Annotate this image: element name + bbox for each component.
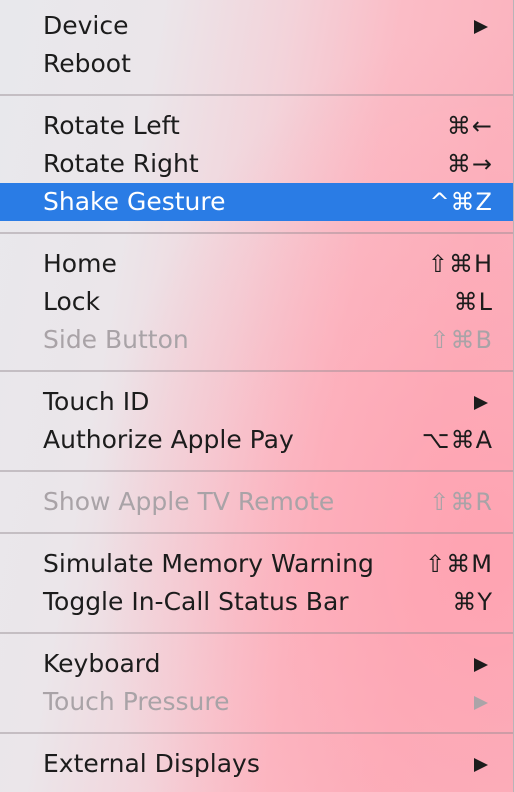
keyboard-shortcut: ⇧⌘M [425, 550, 493, 578]
menu-item-external-displays[interactable]: External Displays [0, 745, 513, 783]
submenu-arrow-icon [474, 696, 488, 710]
submenu-arrow-icon [474, 758, 488, 772]
keyboard-shortcut: ⌘L [453, 288, 493, 316]
menu-item-rotate-left[interactable]: Rotate Left ⌘← [0, 107, 513, 145]
menu-item-simulate-memory-warning[interactable]: Simulate Memory Warning ⇧⌘M [0, 545, 513, 583]
keyboard-shortcut: ⇧⌘R [429, 488, 493, 516]
menu-item-label: Shake Gesture [43, 187, 226, 216]
menu-item-label: Show Apple TV Remote [43, 487, 335, 516]
menu-separator [0, 83, 513, 107]
menu-item-home[interactable]: Home ⇧⌘H [0, 245, 513, 283]
menu-separator [0, 521, 513, 545]
menu-separator [0, 359, 513, 383]
submenu-arrow-icon [474, 658, 488, 672]
menu-item-label: Toggle In-Call Status Bar [43, 587, 349, 616]
submenu-arrow-icon [474, 396, 488, 410]
menu-item-label: Rotate Right [43, 149, 199, 178]
menu-item-side-button: Side Button ⇧⌘B [0, 321, 513, 359]
menu-separator [0, 621, 513, 645]
menu-item-label: Home [43, 249, 117, 278]
menu-item-reboot[interactable]: Reboot [0, 45, 513, 83]
keyboard-shortcut: ⇧⌘B [429, 326, 493, 354]
menu-item-label: Rotate Left [43, 111, 180, 140]
menu-item-label: Keyboard [43, 649, 161, 678]
menu-item-lock[interactable]: Lock ⌘L [0, 283, 513, 321]
keyboard-shortcut: ⌘← [446, 112, 493, 140]
keyboard-shortcut: ^⌘Z [429, 188, 493, 216]
menu-item-authorize-apple-pay[interactable]: Authorize Apple Pay ⌥⌘A [0, 421, 513, 459]
menu-item-keyboard[interactable]: Keyboard [0, 645, 513, 683]
keyboard-shortcut: ⇧⌘H [427, 250, 493, 278]
menu-item-touch-id[interactable]: Touch ID [0, 383, 513, 421]
menu-item-label: Lock [43, 287, 101, 316]
menu-item-touch-pressure: Touch Pressure [0, 683, 513, 721]
menu-item-label: Reboot [43, 49, 131, 78]
menu-item-device[interactable]: Device [0, 7, 513, 45]
menu-item-shake-gesture[interactable]: Shake Gesture ^⌘Z [0, 183, 513, 221]
keyboard-shortcut: ⌥⌘A [421, 426, 493, 454]
submenu-arrow-icon [474, 20, 488, 34]
menu-item-label: External Displays [43, 749, 260, 778]
menu-item-label: Device [43, 11, 129, 40]
keyboard-shortcut: ⌘Y [452, 588, 493, 616]
menu-item-show-apple-tv-remote: Show Apple TV Remote ⇧⌘R [0, 483, 513, 521]
menu-separator [0, 721, 513, 745]
keyboard-shortcut: ⌘→ [446, 150, 493, 178]
menu-item-label: Simulate Memory Warning [43, 549, 374, 578]
menu-separator [0, 221, 513, 245]
menu-item-toggle-in-call-status-bar[interactable]: Toggle In-Call Status Bar ⌘Y [0, 583, 513, 621]
menu-item-label: Touch Pressure [43, 687, 230, 716]
hardware-menu: Device Reboot Rotate Left ⌘← Rotate Righ… [0, 0, 514, 792]
menu-separator [0, 459, 513, 483]
menu-item-label: Side Button [43, 325, 189, 354]
menu-item-rotate-right[interactable]: Rotate Right ⌘→ [0, 145, 513, 183]
menu-item-label: Touch ID [43, 387, 150, 416]
menu-item-label: Authorize Apple Pay [43, 425, 294, 454]
